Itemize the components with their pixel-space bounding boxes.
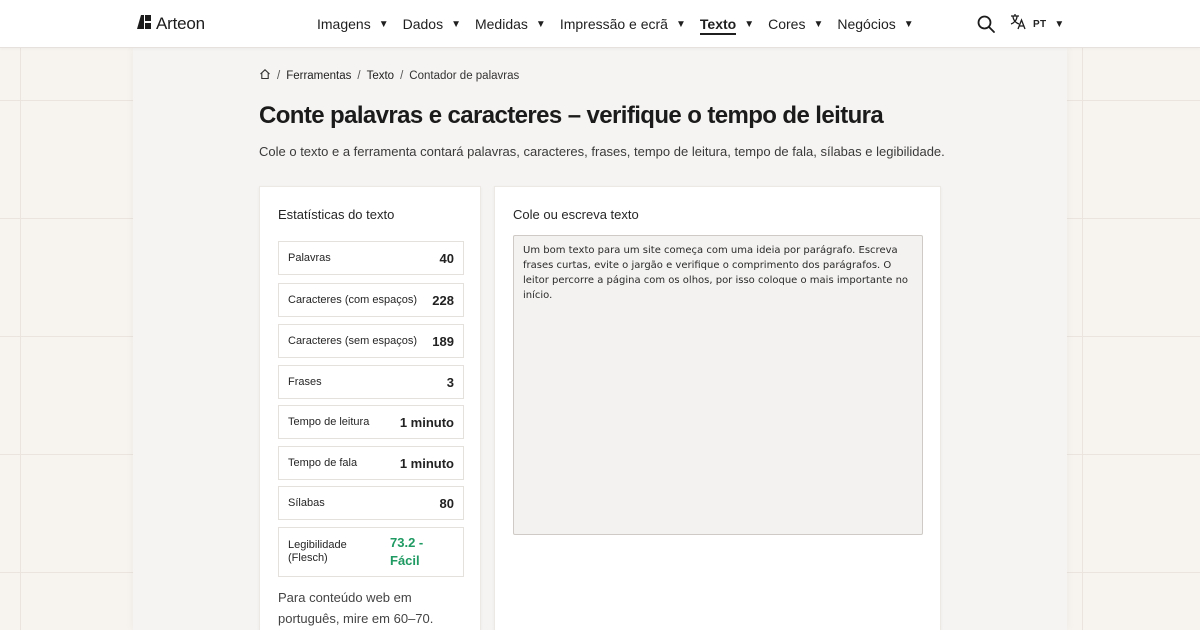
nav-item-negocios[interactable]: Negócios ▼ <box>837 0 913 48</box>
top-navigation-bar: Arteon Imagens ▼ Dados ▼ Medidas ▼ Impre… <box>0 0 1200 48</box>
nav-item-label: Cores <box>768 16 806 32</box>
nav-item-label: Imagens <box>317 16 371 32</box>
stat-row-chars-with-spaces: Caracteres (com espaços) 228 <box>278 283 464 317</box>
stat-value: 1 minuto <box>399 455 454 471</box>
breadcrumb-link-ferramentas[interactable]: Ferramentas <box>286 70 351 82</box>
nav-item-impressao-e-ecra[interactable]: Impressão e ecrã ▼ <box>560 0 686 48</box>
stat-row-sentences: Frases 3 <box>278 365 464 399</box>
caret-down-icon: ▼ <box>1054 18 1065 30</box>
text-statistics-panel: Estatísticas do texto Palavras 40 Caract… <box>259 186 481 630</box>
nav-item-medidas[interactable]: Medidas ▼ <box>475 0 546 48</box>
breadcrumb-separator: / <box>277 69 281 82</box>
caret-down-icon: ▼ <box>378 18 389 30</box>
stat-row-syllables: Sílabas 80 <box>278 486 464 520</box>
nav-item-label: Negócios <box>837 16 896 32</box>
readability-note: Para conteúdo web em português, mire em … <box>278 590 434 626</box>
stat-label: Caracteres (sem espaços) <box>288 335 417 347</box>
caret-down-icon: ▼ <box>675 18 686 30</box>
stat-value: 80 <box>439 495 454 511</box>
brand-name: Arteon <box>156 14 205 33</box>
stat-row-chars-without-spaces: Caracteres (sem espaços) 189 <box>278 324 464 358</box>
nav-item-imagens[interactable]: Imagens ▼ <box>317 0 389 48</box>
breadcrumb-separator: / <box>400 69 404 82</box>
stat-label: Palavras <box>288 252 331 264</box>
stats-title: Estatísticas do texto <box>278 207 395 222</box>
main-nav: Imagens ▼ Dados ▼ Medidas ▼ Impressão e … <box>317 0 928 48</box>
search-icon[interactable] <box>976 14 996 34</box>
breadcrumb-current: Contador de palavras <box>409 69 520 82</box>
nav-item-label: Medidas <box>474 16 528 32</box>
nav-item-dados[interactable]: Dados ▼ <box>403 0 461 48</box>
brand-logo[interactable]: Arteon <box>136 14 205 34</box>
breadcrumb-separator: / <box>357 69 361 82</box>
nav-item-label: Impressão e ecrã <box>559 16 668 32</box>
stat-value: 228 <box>432 292 454 308</box>
stat-label: Frases <box>288 376 322 388</box>
caret-down-icon: ▼ <box>535 18 546 30</box>
editor-label: Cole ou escreva texto <box>513 207 639 222</box>
translate-icon <box>1010 13 1027 35</box>
stat-value: 40 <box>439 250 454 266</box>
language-code: PT <box>1033 18 1047 30</box>
stat-row-words: Palavras 40 <box>278 241 464 275</box>
stat-value: 189 <box>432 333 454 349</box>
stat-label: Tempo de fala <box>288 457 358 469</box>
stat-label: Legibilidade (Flesch) <box>288 539 347 564</box>
text-input-area[interactable]: Um bom texto para um site começa com uma… <box>513 235 923 535</box>
breadcrumb: / Ferramentas / Texto / Contador de pala… <box>259 68 519 83</box>
page-subtitle: Cole o texto e a ferramenta contará pala… <box>259 144 945 159</box>
main-content: / Ferramentas / Texto / Contador de pala… <box>133 48 1067 630</box>
nav-item-label: Texto <box>699 16 737 35</box>
stat-label: Tempo de leitura <box>288 416 370 428</box>
page-title: Conte palavras e caracteres – verifique … <box>259 102 884 129</box>
logo-mark-icon <box>136 14 152 35</box>
stat-row-reading-time: Tempo de leitura 1 minuto <box>278 405 464 439</box>
nav-item-label: Dados <box>402 16 444 32</box>
caret-down-icon: ▼ <box>744 18 755 30</box>
caret-down-icon: ▼ <box>451 18 461 30</box>
breadcrumb-link-texto[interactable]: Texto <box>367 70 395 82</box>
stat-label: Caracteres (com espaços) <box>288 294 417 306</box>
stat-label: Sílabas <box>288 497 325 509</box>
stat-value: 3 <box>446 374 454 390</box>
home-icon[interactable] <box>259 68 271 83</box>
stat-row-speaking-time: Tempo de fala 1 minuto <box>278 446 464 480</box>
nav-item-cores[interactable]: Cores ▼ <box>768 0 823 48</box>
stat-row-readability: Legibilidade (Flesch) 73.2 - Fácil <box>278 527 464 577</box>
text-input-panel: Cole ou escreva texto Um bom texto para … <box>494 186 941 630</box>
language-selector[interactable]: PT ▼ <box>1010 14 1064 34</box>
caret-down-icon: ▼ <box>813 18 824 30</box>
stat-value: 1 minuto <box>399 414 454 430</box>
nav-item-texto[interactable]: Texto ▼ <box>699 0 755 48</box>
caret-down-icon: ▼ <box>903 18 914 30</box>
readability-score: 73.2 - Fácil <box>390 535 424 568</box>
